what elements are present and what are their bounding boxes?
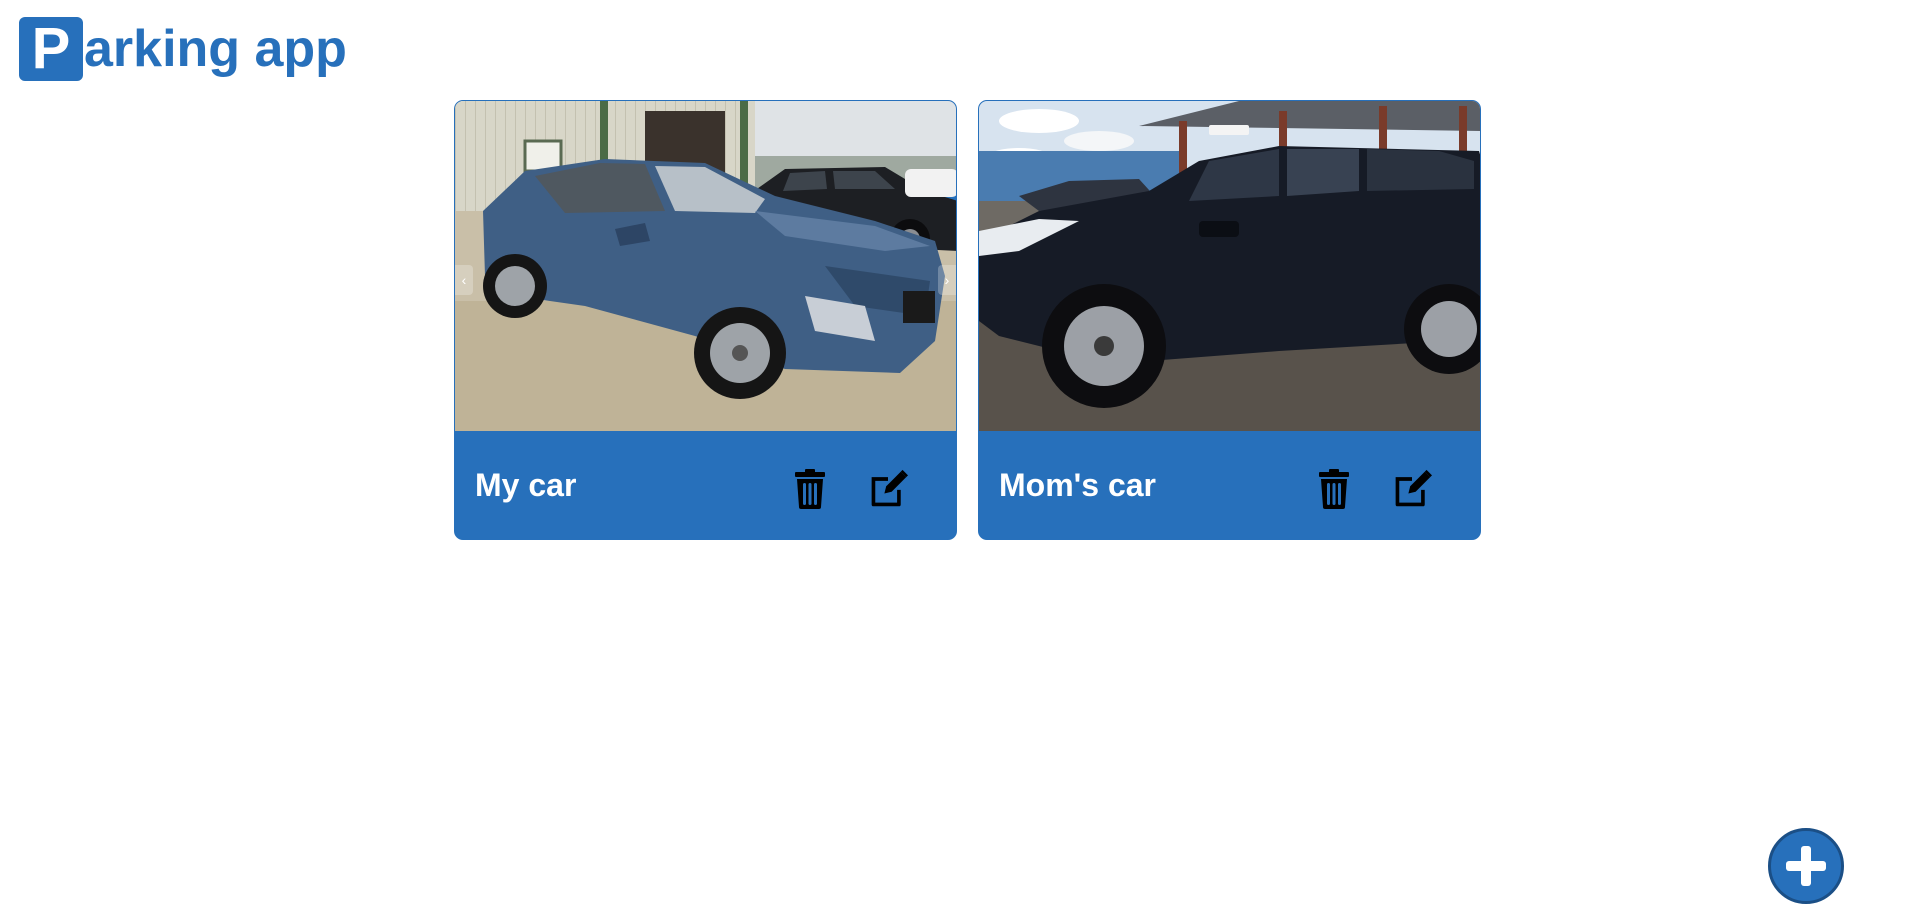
car-photo-image	[455, 101, 956, 431]
page: P arking app ‹ › My car Mom's car	[0, 0, 1919, 910]
car-photo	[979, 101, 1480, 431]
carousel-prev-button[interactable]: ‹	[455, 265, 473, 295]
car-card: Mom's car	[978, 100, 1481, 540]
car-name: Mom's car	[999, 467, 1156, 503]
trash-icon	[1319, 468, 1349, 509]
car-name: My car	[475, 467, 577, 503]
edit-car-button[interactable]	[1392, 466, 1432, 512]
car-card-footer: Mom's car	[979, 431, 1480, 539]
car-photo: ‹ ›	[455, 101, 956, 431]
add-car-button[interactable]	[1768, 828, 1844, 904]
app-title: arking app	[84, 20, 347, 78]
car-card-footer: My car	[455, 431, 956, 539]
car-card: ‹ › My car	[454, 100, 957, 540]
trash-icon	[795, 468, 825, 509]
delete-car-button[interactable]	[790, 466, 830, 512]
app-logo: P arking app	[19, 17, 347, 81]
car-photo-image	[979, 101, 1480, 431]
carousel-next-button[interactable]: ›	[938, 265, 956, 295]
logo-parking-sign: P	[19, 17, 83, 81]
edit-icon	[1395, 469, 1432, 506]
edit-car-button[interactable]	[868, 466, 908, 512]
plus-icon	[1786, 846, 1826, 886]
car-list: ‹ › My car Mom's car	[454, 100, 1481, 540]
edit-icon	[871, 469, 908, 506]
delete-car-button[interactable]	[1314, 466, 1354, 512]
